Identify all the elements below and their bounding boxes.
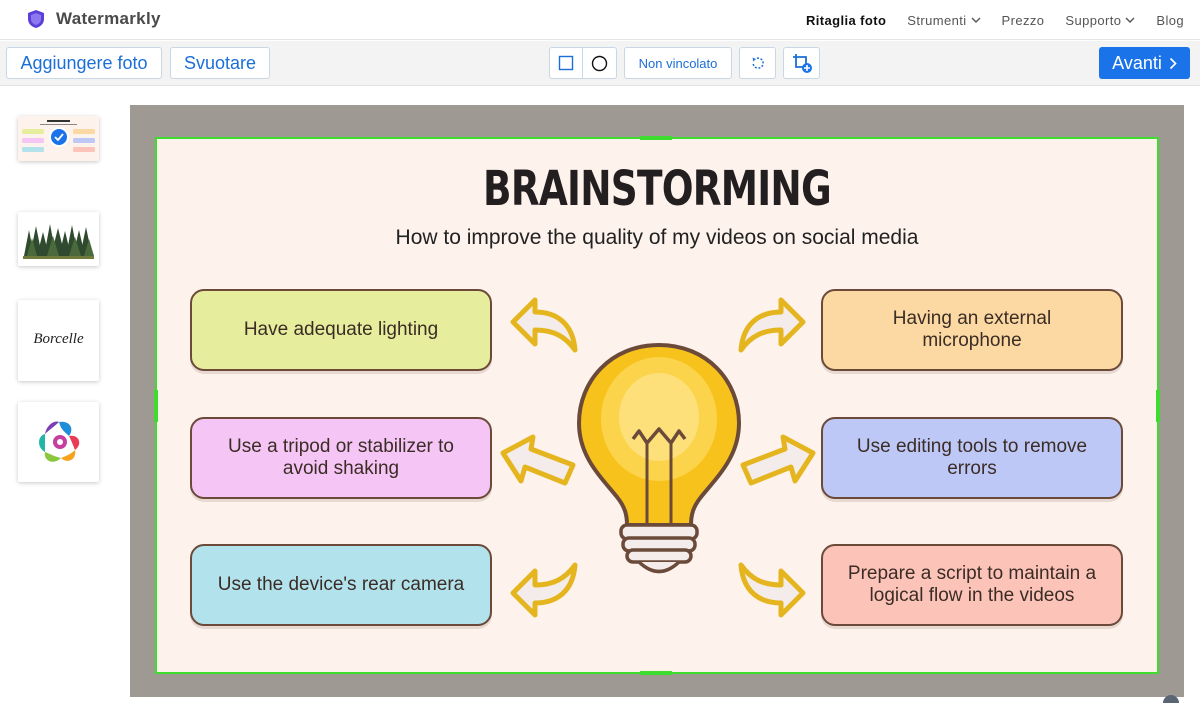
rectangle-crop-button[interactable] (550, 48, 584, 78)
idea-card: Have adequate lighting (190, 289, 492, 371)
nav-item-label: Prezzo (1001, 12, 1045, 28)
circle-icon (591, 55, 608, 71)
chevron-down-icon (971, 17, 981, 23)
image-preview: BRAINSTORMING How to improve the quality… (157, 139, 1157, 672)
shield-logo-icon (28, 10, 44, 28)
image-title: BRAINSTORMING (483, 161, 832, 217)
forest-thumbnail (18, 212, 99, 266)
circle-crop-button[interactable] (583, 48, 616, 78)
next-button[interactable]: Avanti (1099, 47, 1190, 79)
aspect-ratio-button[interactable]: Non vincolato (624, 47, 732, 79)
nav-item-label: Strumenti (907, 12, 967, 28)
add-crop-area-button[interactable] (783, 47, 820, 79)
crop-add-icon (792, 54, 812, 73)
add-photos-button[interactable]: Aggiungere foto (6, 47, 162, 79)
top-navigation-bar: Watermarkly Ritaglia foto Strumenti Prez… (0, 0, 1200, 40)
brand[interactable]: Watermarkly (26, 9, 161, 29)
nav-item-label: Ritaglia foto (805, 12, 887, 28)
chevron-right-icon (1169, 57, 1177, 69)
nav-item-label: Supporto (1065, 12, 1122, 28)
nav-item-strumenti[interactable]: Strumenti (907, 12, 981, 28)
crop-handle-top[interactable] (640, 136, 672, 140)
crop-handle-right[interactable] (1156, 390, 1160, 422)
nav-item-supporto[interactable]: Supporto (1065, 13, 1135, 28)
nav-item-ritaglia-foto[interactable]: Ritaglia foto (806, 13, 886, 28)
thumbnail-colorful-swirl[interactable] (18, 402, 99, 482)
image-subtitle: How to improve the quality of my videos … (395, 226, 919, 249)
app-name: Watermarkly (56, 9, 161, 28)
arrow-icon (740, 434, 816, 486)
borcelle-logo: Borcelle (33, 330, 84, 350)
thumbnail-brainstorming[interactable] (18, 116, 99, 161)
idea-card: Prepare a script to maintain a logical f… (821, 544, 1123, 626)
crop-toolbar: Aggiungere foto Svuotare Non vincolato A… (0, 41, 1200, 86)
chevron-down-icon (1125, 17, 1135, 23)
selected-check-icon (49, 127, 69, 147)
thumbnail-borcelle[interactable]: Borcelle (18, 300, 99, 381)
crop-handle-bottom[interactable] (640, 671, 672, 675)
arrow-icon (500, 434, 576, 486)
crop-shape-toggle (549, 47, 617, 79)
rotate-button[interactable] (739, 47, 776, 79)
thumbnail-forest[interactable] (18, 212, 99, 266)
nav-links: Ritaglia foto Strumenti Prezzo Supporto … (806, 0, 1200, 40)
light-bulb-icon (576, 342, 742, 574)
colorful-swirl-thumbnail (38, 421, 79, 462)
nav-item-prezzo[interactable]: Prezzo (1002, 13, 1045, 28)
nav-item-blog[interactable]: Blog (1156, 13, 1184, 28)
idea-card: Use the device's rear camera (190, 544, 492, 626)
clear-button[interactable]: Svuotare (170, 47, 270, 79)
idea-card: Use editing tools to remove errors (821, 417, 1123, 499)
idea-card: Having an external microphone (821, 289, 1123, 371)
nav-item-label: Blog (1156, 12, 1184, 28)
idea-card: Use a tripod or stabilizer to avoid shak… (190, 417, 492, 499)
rotate-icon (751, 57, 764, 69)
borcelle-logo-text: Borcelle (33, 330, 84, 347)
crop-handle-left[interactable] (154, 390, 158, 422)
next-button-label: Avanti (1112, 52, 1162, 73)
square-icon (558, 55, 574, 71)
